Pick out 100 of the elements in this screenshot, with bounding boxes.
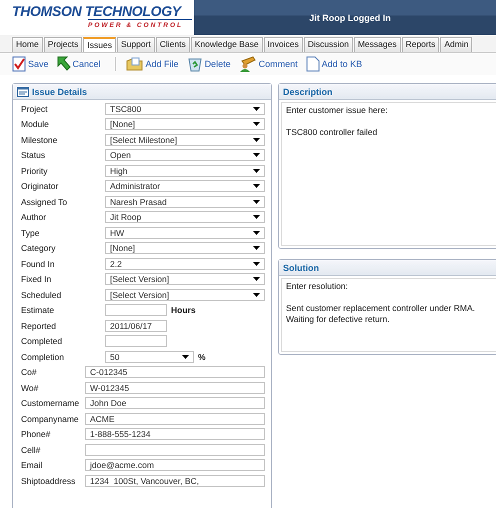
dropdown[interactable]: [Select Version] (105, 273, 265, 286)
text-line: Sent customer replacement controller under RMA. (286, 303, 475, 313)
dropdown-caret-icon (253, 230, 260, 235)
field-label: Reported (21, 320, 57, 331)
nav-tab[interactable]: Admin (440, 37, 472, 52)
dropdown-caret-icon (253, 153, 260, 158)
dropdown[interactable]: Open (105, 149, 265, 162)
nav-tab[interactable]: Projects (44, 37, 82, 52)
input-field[interactable] (85, 444, 265, 456)
nav-tab[interactable]: Home (12, 37, 43, 52)
unit-label: Hours (171, 305, 196, 316)
field-label: Completion (21, 352, 65, 362)
field-label: Estimate (21, 305, 56, 316)
add-file-button[interactable]: Add File (126, 56, 182, 72)
dropdown[interactable]: TSC800 (105, 102, 265, 115)
input-field[interactable]: John Doe (85, 397, 265, 410)
solution-textarea[interactable]: Enter resolution: Sent customer replacement controller under RMA. Waiting for defective return. (281, 278, 496, 352)
dropdown-caret-icon (253, 277, 260, 282)
text-line: Enter customer issue here: (286, 105, 388, 115)
panel-title: Solution (283, 262, 319, 272)
field-label: Assigned To (21, 196, 68, 207)
input-field[interactable] (105, 304, 167, 316)
nav-tab[interactable]: Discussion (304, 37, 353, 52)
field-label: Cell# (21, 444, 42, 455)
document-icon (306, 56, 320, 72)
dropdown-caret-icon (253, 168, 260, 173)
save-button[interactable]: Save (12, 56, 52, 72)
form-icon (17, 86, 29, 96)
dropdown-caret-icon (253, 106, 260, 111)
field-label: Shiptoaddress (21, 476, 76, 486)
field-label: Fixed In (21, 274, 52, 284)
dropdown[interactable]: 50 (105, 350, 194, 363)
nav-tab[interactable]: Issues (83, 37, 116, 52)
nav-tab[interactable]: Clients (156, 37, 190, 52)
field-label: Priority (21, 166, 48, 176)
dropdown[interactable]: HW (105, 226, 265, 239)
field-label: Completed (21, 336, 64, 346)
field-label: Wo# (21, 382, 40, 393)
text-line: Enter resolution: (286, 281, 348, 291)
description-textarea[interactable]: Enter customer issue here: TSC800 controller failed (281, 102, 496, 246)
dropdown-caret-icon (253, 122, 260, 126)
field-label: Found In (21, 258, 56, 269)
nav-tab[interactable]: Messages (354, 37, 401, 52)
user-status: Jit Roop Logged In (309, 12, 391, 22)
field-label: Status (21, 150, 46, 160)
field-label: Originator (21, 181, 60, 192)
dropdown[interactable]: Administrator (105, 180, 265, 192)
dropdown[interactable]: [None] (105, 242, 265, 254)
recycle-bin-icon (186, 56, 203, 72)
input-field[interactable]: 2011/06/17 (105, 320, 167, 332)
field-label: Customername (21, 398, 80, 408)
document-check-icon (12, 56, 26, 72)
panel-title: Issue Details (32, 86, 88, 96)
cancel-button[interactable]: Cancel (56, 56, 104, 72)
input-field[interactable]: 1-888-555-1234 (85, 428, 265, 440)
dropdown[interactable]: Jit Roop (105, 211, 265, 224)
field-label: Co# (21, 367, 38, 378)
dropdown[interactable]: [Select Version] (105, 288, 265, 301)
field-label: Author (21, 212, 48, 222)
input-field[interactable]: 1234 100St, Vancouver, BC, (85, 474, 265, 487)
input-field[interactable]: W-012345 (85, 382, 265, 394)
input-field[interactable]: C-012345 (85, 366, 265, 378)
arrow-icon (56, 56, 71, 72)
nav-tab[interactable]: Support (116, 37, 155, 52)
dropdown-caret-icon (182, 354, 189, 359)
dropdown-caret-icon (253, 215, 260, 220)
toolbar-button[interactable]: Add to KB (306, 56, 366, 72)
unit-label: % (198, 352, 206, 362)
dropdown-caret-icon (253, 246, 260, 250)
panel-title: Description (283, 86, 333, 96)
field-label: Milestone (21, 134, 58, 145)
text-line: Waiting for defective return. (286, 314, 390, 324)
field-label: Category (21, 243, 56, 254)
folder-icon (126, 56, 144, 72)
nav-tab[interactable]: Invoices (264, 37, 303, 52)
field-label: Project (21, 104, 48, 114)
nav-tab[interactable]: Reports (402, 37, 440, 52)
dropdown-caret-icon (253, 138, 260, 142)
field-label: Email (21, 460, 44, 470)
dropdown-caret-icon (253, 292, 260, 297)
comment-button[interactable]: Comment (238, 56, 301, 72)
field-label: Module (21, 119, 50, 130)
dropdown-caret-icon (253, 184, 260, 188)
input-field[interactable]: jdoe@acme.com (85, 459, 265, 472)
person-pencil-icon (238, 56, 257, 72)
field-label: Companyname (21, 414, 80, 424)
dropdown-caret-icon (253, 262, 260, 266)
dropdown[interactable]: [None] (105, 118, 265, 130)
field-label: Scheduled (21, 290, 62, 300)
nav-tab[interactable]: Knowledge Base (190, 37, 263, 52)
dropdown-caret-icon (253, 200, 260, 204)
input-field[interactable] (105, 335, 167, 348)
dropdown[interactable]: [Select Milestone] (105, 134, 265, 146)
delete-button[interactable]: Delete (186, 56, 234, 72)
field-label: Phone# (21, 429, 52, 440)
text-line: TSC800 controller failed (286, 127, 378, 137)
input-field[interactable]: ACME (85, 412, 265, 425)
dropdown[interactable]: High (105, 164, 265, 177)
dropdown[interactable]: 2.2 (105, 258, 265, 270)
dropdown[interactable]: Naresh Prasad (105, 196, 265, 208)
